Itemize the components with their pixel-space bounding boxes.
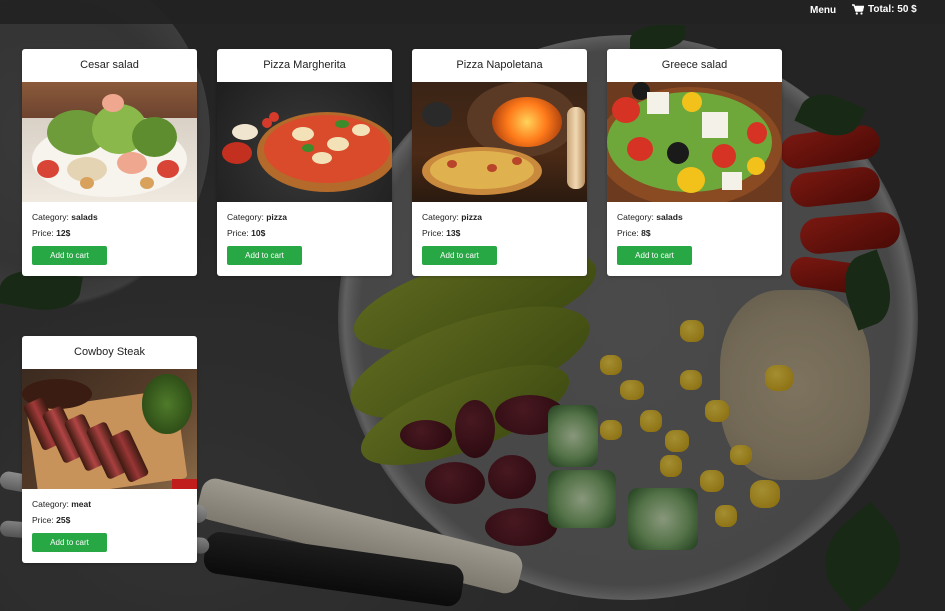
price-label: Price: bbox=[422, 228, 444, 238]
price-value: 12$ bbox=[56, 228, 71, 238]
cowboy-steak-photo bbox=[22, 369, 197, 489]
top-navbar: Menu Total: 50 $ bbox=[0, 0, 945, 24]
greece-salad-photo bbox=[607, 82, 782, 202]
category-label: Category: bbox=[227, 212, 264, 222]
price-value: 8$ bbox=[641, 228, 651, 238]
cart-total-button[interactable]: Total: 50 $ bbox=[852, 4, 917, 15]
add-to-cart-button[interactable]: Add to cart bbox=[227, 246, 302, 265]
product-title: Cesar salad bbox=[80, 59, 139, 71]
cart-total-label: Total: 50 $ bbox=[868, 4, 917, 15]
price-value: 25$ bbox=[56, 515, 71, 525]
price-label: Price: bbox=[617, 228, 639, 238]
category-label: Category: bbox=[422, 212, 459, 222]
category-label: Category: bbox=[32, 499, 69, 509]
pizza-napoletana-photo bbox=[412, 82, 587, 202]
product-title: Pizza Napoletana bbox=[456, 59, 543, 71]
category-value: pizza bbox=[266, 212, 288, 222]
category-label: Category: bbox=[32, 212, 69, 222]
price-value: 13$ bbox=[446, 228, 461, 238]
price-label: Price: bbox=[32, 228, 54, 238]
product-card: Greece salad Category: salads Price: 8$ … bbox=[607, 49, 782, 276]
pizza-margherita-photo bbox=[217, 82, 392, 202]
product-card: Cesar salad Category: salads Price: 12$ … bbox=[22, 49, 197, 276]
price-value: 10$ bbox=[251, 228, 266, 238]
category-value: meat bbox=[71, 499, 92, 509]
menu-link[interactable]: Menu bbox=[810, 5, 836, 16]
category-value: pizza bbox=[461, 212, 483, 222]
product-title: Pizza Margherita bbox=[263, 59, 346, 71]
product-card: Cowboy Steak Category: meat Price: 25$ A… bbox=[22, 336, 197, 563]
shopping-cart-icon bbox=[852, 4, 864, 15]
category-value: salads bbox=[656, 212, 683, 222]
price-label: Price: bbox=[32, 515, 54, 525]
price-label: Price: bbox=[227, 228, 249, 238]
category-label: Category: bbox=[617, 212, 654, 222]
category-value: salads bbox=[71, 212, 98, 222]
cesar-salad-photo bbox=[22, 82, 197, 202]
product-title: Greece salad bbox=[661, 59, 728, 71]
product-grid: Cesar salad Category: salads Price: 12$ … bbox=[22, 49, 797, 569]
add-to-cart-button[interactable]: Add to cart bbox=[617, 246, 692, 265]
add-to-cart-button[interactable]: Add to cart bbox=[32, 246, 107, 265]
product-card: Pizza Margherita Category: pizza Price: … bbox=[217, 49, 392, 276]
add-to-cart-button[interactable]: Add to cart bbox=[32, 533, 107, 552]
product-card: Pizza Napoletana Category: pizza Price: … bbox=[412, 49, 587, 276]
product-title: Cowboy Steak bbox=[74, 346, 145, 358]
add-to-cart-button[interactable]: Add to cart bbox=[422, 246, 497, 265]
